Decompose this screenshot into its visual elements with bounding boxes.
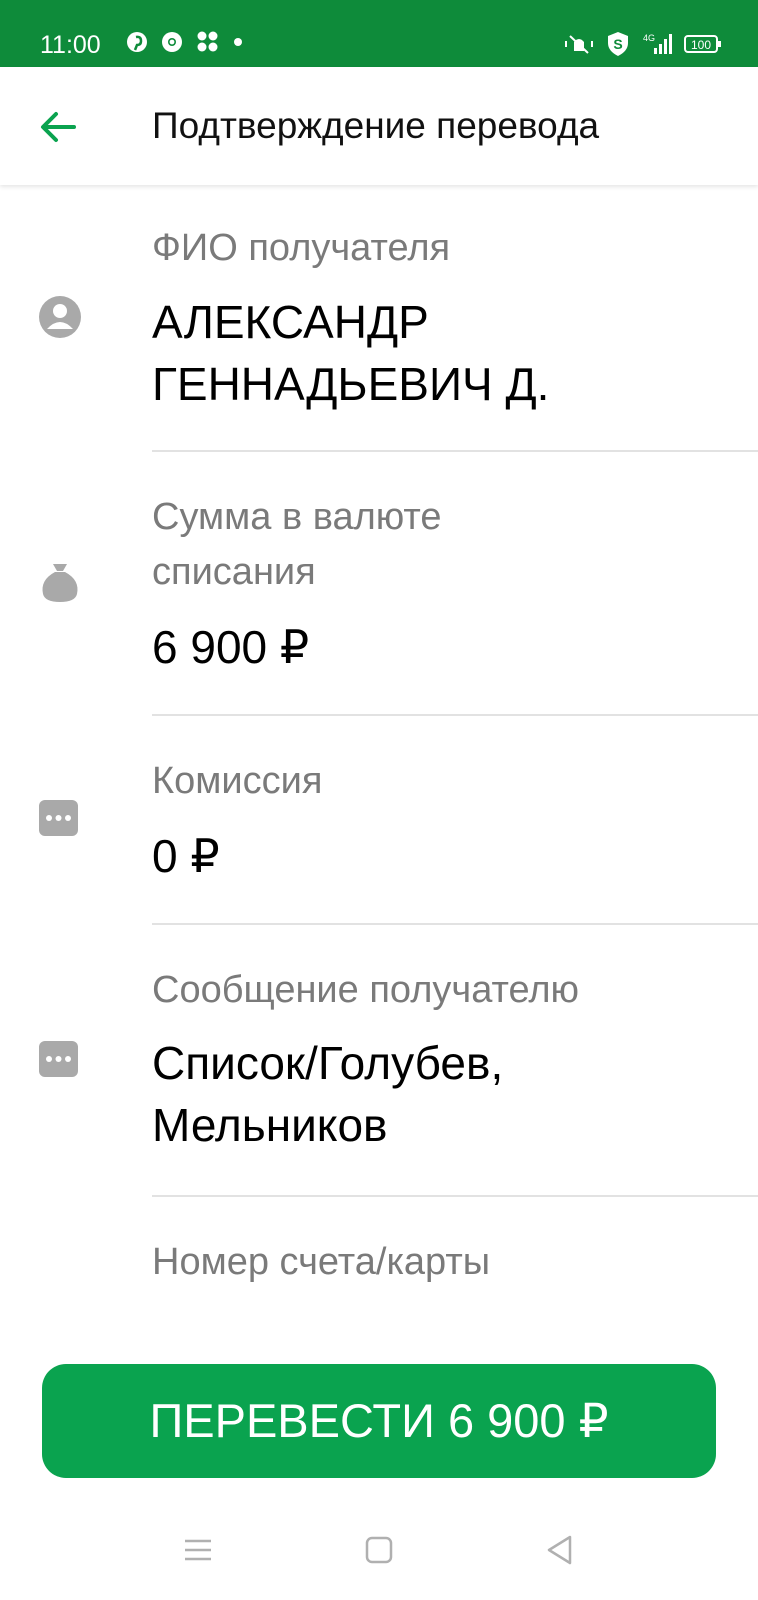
arrow-left-icon <box>41 112 76 142</box>
message-value-line-1: Список/Голубев, <box>152 1037 504 1089</box>
account-number-label: Номер счета/карты <box>152 1241 491 1283</box>
person-icon <box>39 296 81 338</box>
message-label: Сообщение получателю <box>152 969 580 1011</box>
commission-field: Комиссия 0 ₽ <box>0 716 758 924</box>
message-value-line-2: Мельников <box>152 1099 388 1151</box>
pinterest-icon <box>127 32 147 52</box>
system-nav-bar <box>0 1510 758 1600</box>
back-triangle-icon[interactable] <box>538 1528 582 1572</box>
commission-label: Комиссия <box>152 760 323 802</box>
status-time: 11:00 <box>40 31 101 59</box>
status-bar: 11:00 S 4G 100 <box>0 0 758 67</box>
svg-text:4G: 4G <box>643 33 655 43</box>
svg-text:S: S <box>613 36 622 52</box>
recipient-name-label: ФИО получателя <box>152 227 451 269</box>
app-bar: Подтверждение перевода <box>0 67 758 185</box>
recipient-name-line-2: ГЕННАДЬЕВИЧ Д. <box>152 358 550 410</box>
page-title: Подтверждение перевода <box>152 105 600 146</box>
app-dots-icon <box>197 31 218 52</box>
commission-value: 0 ₽ <box>152 830 220 882</box>
recipient-name-field: ФИО получателя АЛЕКСАНДР ГЕННАДЬЕВИЧ Д. <box>0 185 758 451</box>
status-system-icons: S 4G 100 <box>564 31 722 57</box>
chrome-icon <box>162 32 182 52</box>
back-button[interactable] <box>36 105 80 149</box>
recipient-name-line-1: АЛЕКСАНДР <box>152 296 429 348</box>
transfer-button[interactable]: ПЕРЕВЕСТИ 6 900 ₽ <box>42 1364 716 1478</box>
amount-value: 6 900 ₽ <box>152 621 310 673</box>
amount-label-line-2: списания <box>152 551 316 593</box>
transfer-details: ФИО получателя АЛЕКСАНДР ГЕННАДЬЕВИЧ Д. … <box>0 185 758 1335</box>
home-square-icon[interactable] <box>357 1528 401 1572</box>
security-shield-icon: S <box>608 32 628 56</box>
amount-field: Сумма в валюте списания 6 900 ₽ <box>0 452 758 714</box>
ellipsis-icon <box>39 800 78 836</box>
scroll-fade <box>0 1300 758 1340</box>
amount-label-line-1: Сумма в валюте <box>152 496 442 538</box>
battery-icon: 100 <box>684 35 721 53</box>
mute-vibrate-icon <box>565 35 593 54</box>
battery-level: 100 <box>691 38 711 52</box>
menu-icon[interactable] <box>176 1528 220 1572</box>
message-icon <box>39 1041 78 1077</box>
signal-4g-icon: 4G <box>643 33 672 54</box>
money-bag-icon <box>42 564 78 602</box>
status-notification-icons <box>126 30 243 54</box>
message-field: Сообщение получателю Список/Голубев, Мел… <box>0 925 758 1195</box>
dot-icon <box>234 38 242 46</box>
